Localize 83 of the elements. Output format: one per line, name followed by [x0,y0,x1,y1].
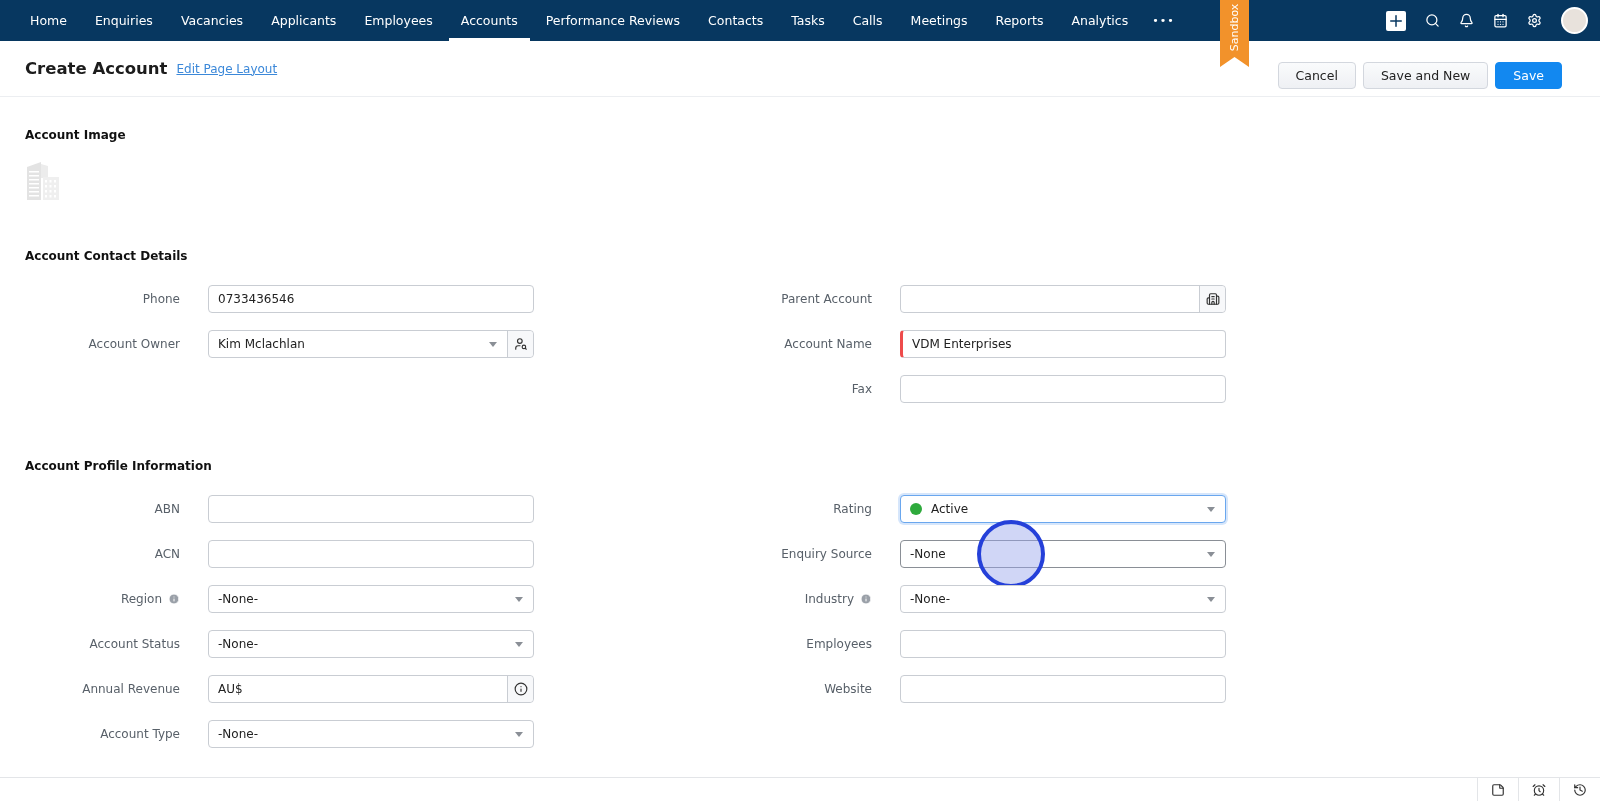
select-field[interactable]: -None- [208,720,534,748]
secondary-button[interactable]: Cancel [1277,62,1356,89]
field-label: Account Owner [88,337,180,351]
field-label: Parent Account [781,292,872,306]
input-field[interactable]: VDM Enterprises [900,330,1226,358]
input-field[interactable]: AU$ [208,675,534,703]
caret-icon [515,731,523,737]
nav-tab[interactable]: Meetings [898,0,980,41]
nav-tab[interactable]: Home [18,0,79,41]
nav-tab[interactable]: Accounts [448,0,530,41]
nav-tab[interactable]: Employees [352,0,445,41]
field-label: ACN [154,547,180,561]
field-label: Enquiry Source [781,547,872,561]
sandbox-ribbon [1220,0,1249,67]
select-value: -None- [909,592,951,606]
nav-tab[interactable]: Reports [983,0,1056,41]
field-label: Phone [142,292,180,306]
nav-tab[interactable]: Performance Reviews [533,0,693,41]
page-title: Create Account [25,59,168,78]
input-field[interactable] [900,285,1226,313]
field-value: VDM Enterprises [911,337,1013,351]
field-label: Rating [833,502,872,516]
building-icon[interactable] [1199,286,1225,312]
select-field[interactable]: -None- [208,630,534,658]
field-label: Account Type [100,727,180,741]
settings-icon[interactable] [1527,13,1542,28]
select-field[interactable]: Active [900,495,1226,523]
nav-tab[interactable]: Tasks [779,0,837,41]
currency-prefix: AU$ [217,682,244,696]
select-value: Active [901,502,1207,516]
select-field[interactable]: Kim Mclachlan [208,330,534,358]
nav-tab[interactable]: Vacancies [168,0,256,41]
field-label: Annual Revenue [82,682,180,696]
search-icon[interactable] [1425,13,1440,28]
add-icon[interactable] [1386,10,1406,31]
caret-icon [1207,551,1215,557]
building-icon [25,162,61,200]
user-search-icon[interactable] [507,331,533,357]
input-field[interactable] [900,675,1226,703]
input-field[interactable] [208,540,534,568]
input-field[interactable] [900,375,1226,403]
field-value: Kim Mclachlan [217,337,306,351]
nav-tab[interactable]: Applicants [259,0,349,41]
field-label: Website [824,682,872,696]
caret-icon [1207,506,1215,512]
field-label: Region [120,592,162,606]
caret-icon[interactable] [489,341,497,347]
more-button[interactable]: ••• [1142,0,1185,41]
select-field[interactable]: -None- [208,585,534,613]
select-value: -None- [217,592,259,606]
primary-button[interactable]: Save [1495,62,1562,89]
input-field[interactable] [208,495,534,523]
field-label: Account Name [784,337,872,351]
select-value: -None [909,547,947,561]
bell-icon[interactable] [1459,13,1474,28]
select-value: -None- [217,637,259,651]
nav-tab[interactable]: Enquiries [82,0,165,41]
select-field[interactable]: -None- [900,585,1226,613]
secondary-button[interactable]: Save and New [1362,62,1489,89]
field-label: ABN [154,502,180,516]
input-field[interactable] [900,630,1226,658]
caret-icon [515,641,523,647]
calendar-icon[interactable] [1493,13,1508,28]
section-title: Account Profile Information [25,459,213,473]
avatar[interactable] [1561,7,1588,34]
section-title: Account Image [25,128,127,142]
caret-icon [1207,596,1215,602]
ribbon-label: Sandbox [1228,3,1241,51]
field-label: Account Status [89,637,180,651]
field-label: Employees [806,637,872,651]
caret-icon [515,596,523,602]
input-field[interactable]: 0733436546 [208,285,534,313]
info-icon[interactable] [507,676,533,702]
section-title: Account Contact Details [25,249,189,263]
nav-tab[interactable]: Calls [840,0,895,41]
field-label: Fax [851,382,872,396]
select-value: -None- [217,727,259,741]
select-field[interactable]: -None [900,540,1226,568]
nav-tab[interactable]: Contacts [696,0,776,41]
edit-layout-link[interactable]: Edit Page Layout [176,61,278,76]
nav-tab[interactable]: Analytics [1059,0,1141,41]
field-value: 0733436546 [217,292,296,306]
field-label: Industry [804,592,854,606]
